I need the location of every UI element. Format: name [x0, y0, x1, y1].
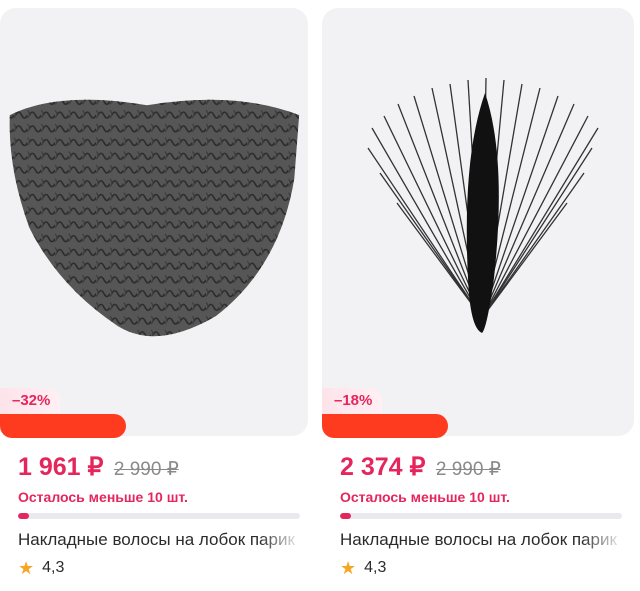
- promo-bar: [322, 414, 448, 438]
- product-image[interactable]: [322, 8, 634, 436]
- product-title[interactable]: Накладные волосы на лобок парик: [340, 530, 624, 550]
- old-price: 2 990 ₽: [435, 459, 501, 480]
- product-title[interactable]: Накладные волосы на лобок парик: [18, 530, 302, 550]
- straight-hair-patch-image: [367, 77, 599, 333]
- stock-bar: [18, 513, 300, 519]
- price-row: 1 961 ₽ 2 990 ₽: [18, 452, 179, 482]
- price-row: 2 374 ₽ 2 990 ₽: [340, 452, 501, 482]
- stock-bar: [340, 513, 622, 519]
- rating: ★ 4,3: [340, 557, 386, 579]
- star-icon: ★: [340, 558, 357, 578]
- stock-bar-fill: [340, 513, 352, 519]
- product-card[interactable]: –18% 2 374 ₽ 2 990 ₽ Осталось меньше 10 …: [322, 0, 640, 591]
- current-price: 1 961 ₽: [18, 453, 104, 481]
- promo-bar: [0, 414, 126, 438]
- curly-hair-patch-image: [9, 99, 300, 337]
- rating-value: 4,3: [364, 559, 387, 576]
- stock-bar-fill: [18, 513, 30, 519]
- product-image[interactable]: [0, 8, 308, 436]
- rating: ★ 4,3: [18, 557, 64, 579]
- old-price: 2 990 ₽: [113, 459, 179, 480]
- star-icon: ★: [18, 558, 35, 578]
- rating-value: 4,3: [42, 559, 65, 576]
- current-price: 2 374 ₽: [340, 453, 426, 481]
- stock-text: Осталось меньше 10 шт.: [340, 489, 510, 505]
- stock-text: Осталось меньше 10 шт.: [18, 489, 188, 505]
- discount-badge: –18%: [322, 388, 383, 414]
- discount-badge: –32%: [0, 388, 61, 414]
- product-card[interactable]: –32% 1 961 ₽ 2 990 ₽ Осталось меньше 10 …: [0, 0, 314, 591]
